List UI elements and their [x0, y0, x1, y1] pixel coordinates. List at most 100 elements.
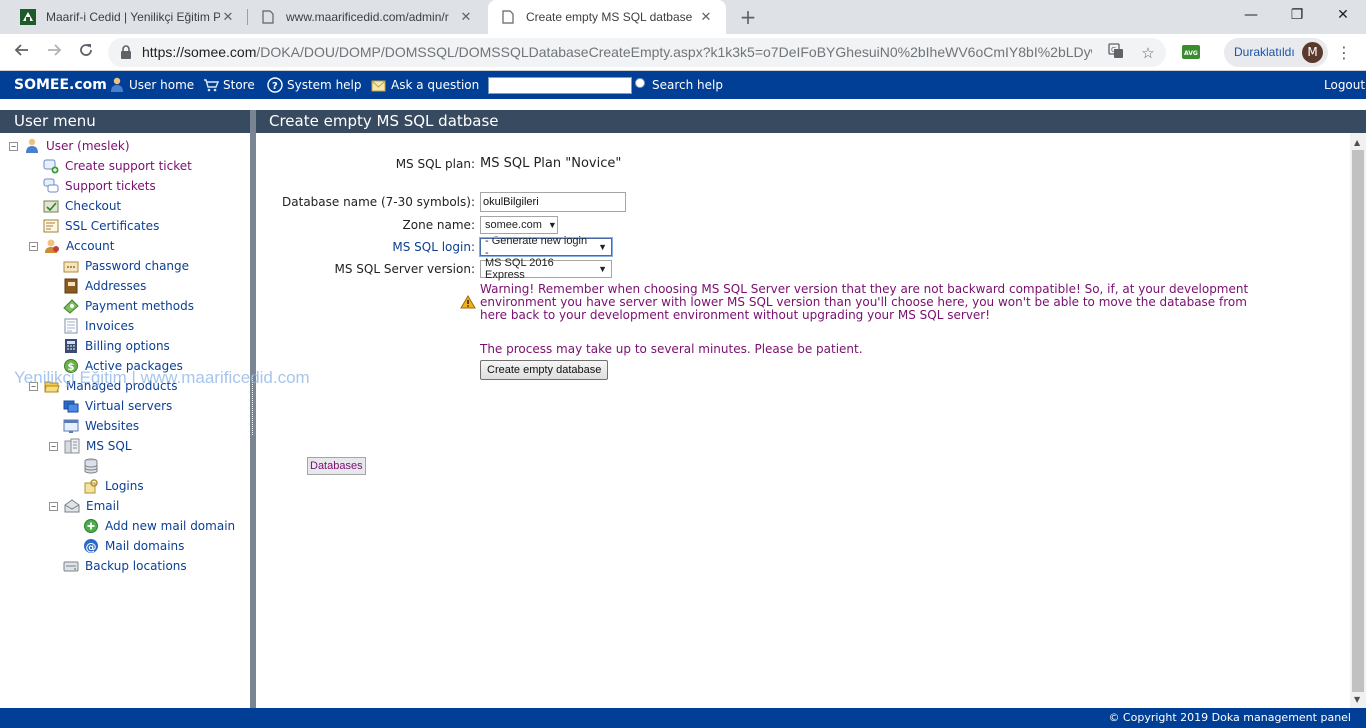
scroll-down-icon[interactable]: ▼ [1354, 695, 1360, 704]
tab-close-icon[interactable]: ✕ [220, 9, 236, 25]
translate-icon[interactable]: G [1106, 43, 1126, 63]
tree-node-addresses[interactable]: Addresses [63, 276, 148, 296]
scrollbar-thumb[interactable] [1352, 150, 1364, 692]
site-brand-link[interactable]: SOMEE.com [14, 71, 107, 99]
at-sign-icon: @ [83, 538, 99, 554]
dropdown-arrow-icon: ▼ [598, 264, 607, 274]
user-home-link[interactable]: User home [109, 71, 194, 99]
tree-node-invoices[interactable]: Invoices [63, 316, 136, 336]
tree-node-ssl[interactable]: SSL Certificates [43, 216, 161, 236]
tree-node-mail-domains[interactable]: @ Mail domains [83, 536, 186, 556]
certificate-icon [43, 218, 59, 234]
database-name-label: Database name (7-30 symbols): [282, 195, 475, 209]
database-name-input[interactable] [480, 192, 626, 212]
collapse-toggle[interactable]: − [29, 241, 38, 251]
avg-extension-icon[interactable]: AVG [1181, 43, 1201, 61]
virtual-server-icon [63, 398, 79, 414]
logout-link[interactable]: Logout [1324, 71, 1365, 99]
tree-node-virtual-servers[interactable]: Virtual servers [63, 396, 174, 416]
tab-close-icon[interactable]: ✕ [458, 9, 474, 25]
svg-text:?: ? [272, 81, 278, 92]
cart-icon [203, 77, 219, 93]
calculator-icon [63, 338, 79, 354]
tree-node-account[interactable]: − Account [29, 236, 116, 256]
browser-tab-admin[interactable]: www.maarificedid.com/admin/r ✕ [248, 0, 486, 34]
tree-node-password-change[interactable]: Password change [63, 256, 191, 276]
database-icon [83, 458, 99, 474]
minimize-button[interactable]: — [1228, 0, 1274, 30]
reload-icon[interactable] [73, 40, 99, 66]
collapse-toggle[interactable]: − [49, 501, 58, 511]
zone-name-label: Zone name: [402, 218, 475, 232]
avatar: M [1302, 42, 1323, 63]
server-version-select[interactable]: MS SQL 2016 Express ▼ [480, 257, 612, 281]
svg-text:@: @ [86, 541, 97, 554]
browser-toolbar: https://somee.com/DOKA/DOU/DOMP/DOMSSQL/… [0, 34, 1366, 71]
version-warning-text: Warning! Remember when choosing MS SQL S… [480, 282, 1249, 322]
search-help-label[interactable]: Search help [652, 71, 723, 99]
ask-question-link[interactable]: Ask a question [371, 71, 479, 99]
tab-title: Create empty MS SQL datbase [526, 10, 693, 24]
collapse-toggle[interactable]: − [49, 441, 58, 451]
tree-node-billing-options[interactable]: Billing options [63, 336, 172, 356]
tree-node-payment-methods[interactable]: Payment methods [63, 296, 196, 316]
store-link[interactable]: Store [203, 71, 255, 99]
copyright-footer: © Copyright 2019 Doka management panel [0, 708, 1366, 728]
tree-node-mssql[interactable]: − MS SQL [49, 436, 134, 456]
vertical-scrollbar[interactable]: ▲ ▼ [1350, 133, 1366, 708]
back-arrow-icon[interactable] [9, 40, 35, 66]
user-menu-header: User menu [0, 110, 250, 133]
browser-tab-maarif[interactable]: Maarif-i Cedid | Yenilikçi Eğitim P ✕ [8, 0, 248, 34]
tree-node-add-mail-domain[interactable]: Add new mail domain [83, 516, 237, 536]
sql-server-icon [64, 438, 80, 454]
new-tab-button[interactable]: + [736, 5, 760, 29]
support-ticket-add-icon [43, 158, 59, 174]
browser-tabstrip: Maarif-i Cedid | Yenilikçi Eğitim P ✕ ww… [0, 0, 1366, 34]
profile-chip[interactable]: Duraklatıldı M [1224, 38, 1328, 67]
address-bar[interactable]: https://somee.com/DOKA/DOU/DOMP/DOMSSQL/… [108, 38, 1166, 67]
address-book-icon [63, 278, 79, 294]
add-circle-icon [83, 518, 99, 534]
search-help-radio[interactable] [635, 78, 645, 88]
svg-text:AVG: AVG [1184, 50, 1198, 57]
page-favicon-icon [260, 9, 276, 25]
bookmark-star-icon[interactable]: ☆ [1138, 43, 1158, 63]
backup-drive-icon [63, 558, 79, 574]
login-key-icon [83, 478, 99, 494]
scroll-up-icon[interactable]: ▲ [1354, 138, 1360, 147]
tab-close-icon[interactable]: ✕ [698, 9, 714, 25]
tree-node-checkout[interactable]: Checkout [43, 196, 123, 216]
create-database-button[interactable]: Create empty database [480, 360, 609, 380]
site-navbar: SOMEE.com User home Store ? System help … [0, 71, 1366, 99]
tree-node-logins[interactable]: Logins [83, 476, 146, 496]
svg-text:G: G [1111, 46, 1116, 54]
tab-title: Maarif-i Cedid | Yenilikçi Eğitim P [46, 10, 220, 24]
maarif-favicon-icon [20, 9, 36, 25]
user-icon [109, 77, 125, 93]
tree-node-user[interactable]: − User (meslek) [9, 136, 132, 156]
tree-node-databases[interactable]: Databases [83, 456, 366, 476]
browser-tab-active[interactable]: Create empty MS SQL datbase ✕ [488, 0, 726, 34]
tree-node-backup-locations[interactable]: Backup locations [63, 556, 189, 576]
window-close-button[interactable]: ✕ [1320, 0, 1366, 30]
tree-node-create-ticket[interactable]: Create support ticket [43, 156, 194, 176]
search-input[interactable] [488, 77, 632, 94]
system-help-link[interactable]: ? System help [267, 71, 362, 99]
tree-node-support-tickets[interactable]: Support tickets [43, 176, 158, 196]
website-icon [63, 418, 79, 434]
plan-label: MS SQL plan: [395, 157, 475, 171]
mssql-login-link[interactable]: MS SQL login: [392, 240, 475, 254]
user-menu-tree: − User (meslek) Create support ticket Su… [0, 133, 366, 708]
mssql-login-select[interactable]: - Generate new login - ▼ [479, 235, 613, 259]
collapse-toggle[interactable]: − [9, 141, 18, 151]
create-database-form: MS SQL plan: MS SQL Plan "Novice" Databa… [256, 133, 1350, 708]
restore-button[interactable]: ❐ [1274, 0, 1320, 30]
browser-menu-icon[interactable]: ⋮ [1334, 40, 1354, 66]
url-text[interactable]: https://somee.com/DOKA/DOU/DOMP/DOMSSQL/… [142, 38, 1092, 67]
password-icon [63, 258, 79, 274]
account-icon [44, 238, 60, 254]
forward-arrow-icon[interactable] [41, 40, 67, 66]
tree-node-websites[interactable]: Websites [63, 416, 141, 436]
tree-node-email[interactable]: − Email [49, 496, 121, 516]
zone-name-select[interactable]: somee.com ▼ [480, 216, 558, 234]
